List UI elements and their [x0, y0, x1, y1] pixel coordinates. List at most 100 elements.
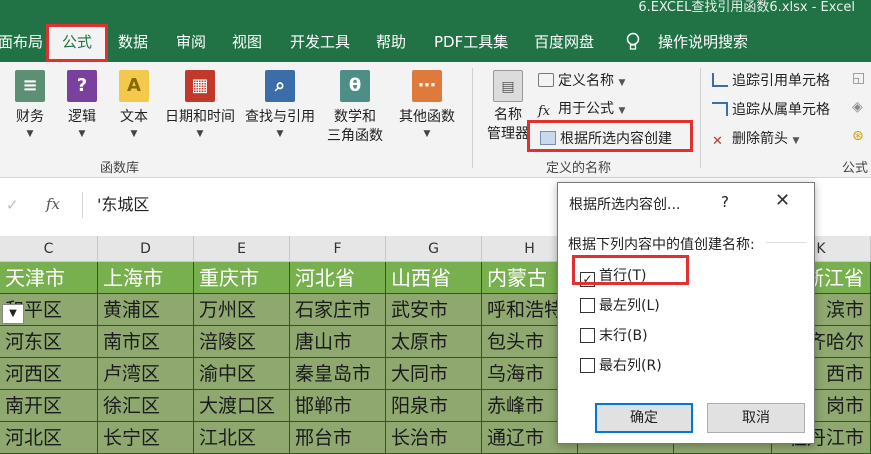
lightbulb-icon: [626, 32, 640, 50]
ribbon: ≡ 财务 ▼ ? 逻辑 ▼ A 文本 ▼ ▦ 日期和时间 ▼ ⌕ 查找与引用 ▼…: [0, 62, 871, 178]
table-cell[interactable]: 万州区: [194, 294, 290, 326]
tab-view[interactable]: 视图: [232, 33, 262, 51]
logical-button[interactable]: ? 逻辑 ▼: [64, 70, 100, 141]
tell-me-search[interactable]: 操作说明搜索: [658, 33, 748, 51]
checkbox-icon[interactable]: [580, 328, 595, 343]
text-button[interactable]: A 文本 ▼: [116, 70, 152, 141]
define-name-button[interactable]: 定义名称 ▼: [538, 70, 625, 90]
tab-developer[interactable]: 开发工具: [290, 33, 350, 51]
table-cell[interactable]: 南市区: [98, 326, 194, 358]
table-cell[interactable]: 秦皇岛市: [290, 358, 386, 390]
math-trig-button[interactable]: θ 数学和 三角函数: [322, 70, 388, 146]
help-icon[interactable]: ?: [721, 193, 729, 211]
table-cell[interactable]: 大同市: [386, 358, 482, 390]
close-icon[interactable]: ✕: [775, 190, 790, 211]
more-functions-button[interactable]: ⋯ 其他函数 ▼: [396, 70, 458, 141]
chevron-down-icon: ▼: [78, 129, 86, 139]
table-cell[interactable]: 徐汇区: [98, 390, 194, 422]
chevron-down-icon: ▼: [26, 129, 34, 139]
table-cell[interactable]: 黄浦区: [98, 294, 194, 326]
financial-button[interactable]: ≡ 财务 ▼: [14, 70, 46, 141]
table-cell[interactable]: 邢台市: [290, 422, 386, 454]
group-separator: [700, 68, 701, 168]
show-formulas-icon[interactable]: ◱: [852, 70, 865, 86]
error-check-icon[interactable]: ◈: [852, 99, 863, 115]
cell-dropdown-arrow-icon[interactable]: ▼: [2, 304, 24, 324]
table-cell[interactable]: 江北区: [194, 422, 290, 454]
option-label: 最右列(R): [599, 358, 662, 374]
tab-review[interactable]: 审阅: [176, 33, 206, 51]
tab-page-layout[interactable]: 面布局: [0, 33, 43, 51]
fx-insert-function-icon[interactable]: fx: [46, 195, 60, 213]
define-name-label: 定义名称: [558, 73, 614, 89]
fx-icon: fx: [538, 104, 551, 119]
lookup-reference-button[interactable]: ⌕ 查找与引用 ▼: [242, 70, 318, 141]
table-cell[interactable]: 阳泉市: [386, 390, 482, 422]
table-cell[interactable]: 渝中区: [194, 358, 290, 390]
tab-data[interactable]: 数据: [118, 33, 148, 51]
table-header-cell[interactable]: 重庆市: [194, 262, 290, 294]
group-label-defined-names: 定义的名称: [546, 161, 612, 176]
option-right-column[interactable]: 最右列(R): [580, 355, 662, 375]
table-cell[interactable]: 涪陵区: [194, 326, 290, 358]
menu-bar: 面布局 公式 数据 审阅 视图 开发工具 帮助 PDF工具集 百度网盘 操作说明…: [0, 22, 871, 62]
use-in-formula-button[interactable]: fx 用于公式 ▼: [538, 98, 626, 119]
option-left-column[interactable]: 最左列(L): [580, 295, 660, 315]
tag-icon: [538, 73, 554, 87]
table-header-cell[interactable]: 河北省: [290, 262, 386, 294]
tab-baidu-pan[interactable]: 百度网盘: [534, 33, 594, 51]
trace-precedents-button[interactable]: 追踪引用单元格: [712, 70, 830, 90]
group-divider: [766, 242, 806, 243]
column-header-c[interactable]: C: [0, 236, 98, 262]
calendar-icon: ▦: [185, 70, 215, 102]
chevron-down-icon: ▼: [792, 136, 800, 146]
table-cell[interactable]: 南开区: [0, 390, 98, 422]
checkbox-icon[interactable]: [580, 358, 595, 373]
option-bottom-row[interactable]: 末行(B): [580, 325, 648, 345]
checkbox-icon[interactable]: [580, 298, 595, 313]
table-cell[interactable]: 卢湾区: [98, 358, 194, 390]
table-header-cell[interactable]: 上海市: [98, 262, 194, 294]
table-cell[interactable]: 邯郸市: [290, 390, 386, 422]
chevron-down-icon: ▼: [130, 129, 138, 139]
use-in-formula-label: 用于公式: [558, 101, 614, 117]
ok-button[interactable]: 确定: [595, 403, 693, 433]
table-header-cell[interactable]: 天津市: [0, 262, 98, 294]
more-functions-icon: ⋯: [412, 70, 442, 102]
table-cell[interactable]: 长宁区: [98, 422, 194, 454]
tab-pdf-tools[interactable]: PDF工具集: [434, 33, 508, 51]
column-header-f[interactable]: F: [290, 236, 386, 262]
table-cell[interactable]: 太原市: [386, 326, 482, 358]
create-names-dialog: 根据所选内容创... ? ✕ 根据下列内容中的值创建名称: ✓ 首行(T) 最左列…: [557, 182, 815, 444]
option-label: 最左列(L): [599, 298, 660, 314]
table-cell[interactable]: 唐山市: [290, 326, 386, 358]
column-header-g[interactable]: G: [386, 236, 482, 262]
column-header-d[interactable]: D: [98, 236, 194, 262]
tab-formulas[interactable]: 公式: [46, 24, 108, 62]
remove-arrows-button[interactable]: ✕ 删除箭头 ▼: [712, 128, 799, 149]
table-cell[interactable]: 河东区: [0, 326, 98, 358]
dialog-title: 根据所选内容创...: [569, 197, 681, 213]
trace-dependents-button[interactable]: 追踪从属单元格: [712, 99, 830, 119]
date-time-button[interactable]: ▦ 日期和时间 ▼: [162, 70, 238, 141]
evaluate-formula-icon[interactable]: ⊛: [852, 128, 864, 144]
more-functions-label: 其他函数: [399, 109, 455, 125]
remove-arrows-label: 删除箭头: [732, 131, 788, 147]
name-manager-label-line1: 名称: [494, 107, 522, 123]
magnifier-icon: ⌕: [265, 70, 295, 102]
tab-help[interactable]: 帮助: [376, 33, 406, 51]
table-cell[interactable]: 长治市: [386, 422, 482, 454]
table-cell[interactable]: 河北区: [0, 422, 98, 454]
name-manager-button[interactable]: ▤ 名称 管理器: [484, 70, 532, 144]
table-cell[interactable]: 大渡口区: [194, 390, 290, 422]
table-cell[interactable]: 武安市: [386, 294, 482, 326]
table-header-cell[interactable]: 山西省: [386, 262, 482, 294]
cancel-icon[interactable]: ✓: [6, 196, 19, 214]
cancel-button[interactable]: 取消: [707, 403, 805, 433]
table-cell[interactable]: 河西区: [0, 358, 98, 390]
chevron-down-icon: ▼: [618, 106, 626, 116]
table-cell[interactable]: 石家庄市: [290, 294, 386, 326]
financial-label: 财务: [16, 109, 44, 125]
column-header-e[interactable]: E: [194, 236, 290, 262]
question-icon: ?: [67, 70, 97, 102]
